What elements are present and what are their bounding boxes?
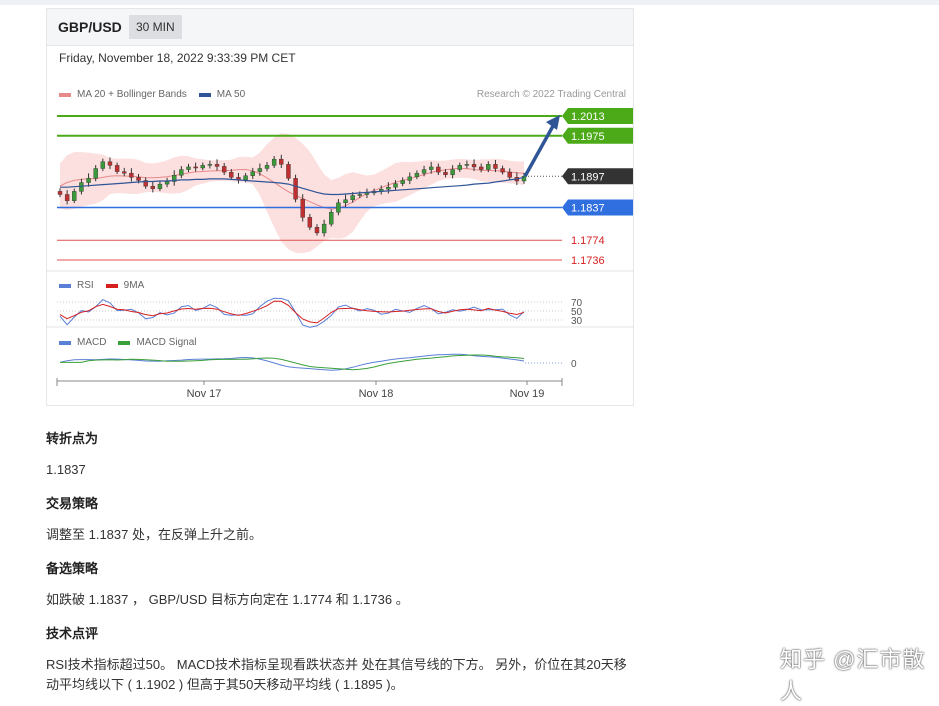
current-label: 1.1897 xyxy=(571,171,605,183)
analysis-article: 转折点为 1.1837 交易策略 调整至 1.1837 处，在反弹上升之前。 备… xyxy=(46,428,646,695)
candle-body xyxy=(114,165,120,172)
x-tick-label: Nov 19 xyxy=(510,388,545,400)
candle-body xyxy=(200,165,205,169)
candle-body xyxy=(386,187,391,190)
candle-body xyxy=(286,164,291,179)
candle-body xyxy=(179,169,184,176)
candle-body xyxy=(364,192,370,195)
candle-body xyxy=(214,164,220,167)
candle-body xyxy=(157,183,163,189)
candle-body xyxy=(343,199,348,204)
candle-body xyxy=(329,211,334,225)
candle-body xyxy=(243,175,248,181)
candle-body xyxy=(421,169,427,174)
rsi-level-label: 30 xyxy=(571,316,583,327)
forecast-arrow-shaft xyxy=(523,125,555,178)
candle-body xyxy=(443,171,448,175)
candle-body xyxy=(150,185,156,189)
candle-body xyxy=(72,191,77,201)
candle-body xyxy=(271,158,277,166)
support-label: 1.1774 xyxy=(571,235,605,247)
candle-body xyxy=(207,164,213,166)
candle-body xyxy=(429,166,434,170)
candle-body xyxy=(464,164,470,166)
comment-heading: 技术点评 xyxy=(46,626,99,641)
candle-body xyxy=(507,171,512,178)
candle-body xyxy=(307,217,313,228)
candle-body xyxy=(471,164,477,168)
resistance-label: 1.1975 xyxy=(571,131,605,143)
candle-body xyxy=(79,182,84,192)
rsi-line xyxy=(59,297,525,328)
candle-body xyxy=(300,198,305,218)
chart-panel: GBP/USD 30 MIN Friday, November 18, 2022… xyxy=(46,8,634,406)
candle-body xyxy=(264,165,270,169)
candle-body xyxy=(221,166,227,173)
support-label: 1.1736 xyxy=(571,255,605,267)
top-strip xyxy=(0,0,939,5)
comment-text: RSI技术指标超过50。 MACD技术指标呈现看跌状态并 处在其信号线的下方。 … xyxy=(46,657,627,692)
watermark: 知乎 @汇市散人 xyxy=(780,647,926,704)
alternative-text: 如跌破 1.1837 ， GBP/USD 目标方向定在 1.1774 和 1.1… xyxy=(46,592,409,607)
strategy-heading: 交易策略 xyxy=(46,496,99,511)
candle-body xyxy=(493,164,498,169)
candle-body xyxy=(257,168,263,172)
candle-body xyxy=(393,183,398,188)
candle-body xyxy=(321,223,327,234)
candle-body xyxy=(136,177,141,181)
candle-body xyxy=(450,169,455,175)
x-tick-label: Nov 18 xyxy=(359,388,394,400)
candle-body xyxy=(357,194,363,196)
alternative-heading: 备选策略 xyxy=(46,561,99,576)
candle-body xyxy=(478,166,484,170)
candle-body xyxy=(229,171,234,178)
candle-body xyxy=(129,172,134,178)
strategy-text: 调整至 1.1837 处，在反弹上升之前。 xyxy=(46,527,262,542)
candle-body xyxy=(500,168,505,173)
candle-body xyxy=(293,178,298,200)
candle-body xyxy=(93,168,98,179)
candle-body xyxy=(414,172,420,178)
candle-body xyxy=(122,171,127,174)
candle-body xyxy=(193,166,198,169)
x-tick-label: Nov 17 xyxy=(187,388,222,400)
candle-body xyxy=(436,166,441,173)
candle-body xyxy=(400,180,405,184)
resistance-label: 1.2013 xyxy=(571,111,605,123)
candle-body xyxy=(407,176,412,181)
pivot-heading: 转折点为 xyxy=(46,431,99,446)
candle-body xyxy=(457,165,462,170)
pivot-label: 1.1837 xyxy=(571,202,605,214)
candle-body xyxy=(64,194,70,201)
macd-level-label: 0 xyxy=(571,359,577,370)
candle-body xyxy=(279,158,284,165)
candle-body xyxy=(250,171,255,176)
candle-body xyxy=(314,227,320,234)
candle-body xyxy=(486,164,491,170)
candle-body xyxy=(107,161,113,166)
price-chart: 1.20131.19751.18971.18371.17741.17367050… xyxy=(47,108,633,400)
candle-body xyxy=(350,195,355,200)
candle-body xyxy=(86,178,91,183)
candle-body xyxy=(336,202,341,213)
candle-body xyxy=(186,166,191,170)
candle-body xyxy=(57,191,63,195)
pivot-text: 1.1837 xyxy=(46,462,86,477)
candle-body xyxy=(100,161,106,169)
candle-body xyxy=(164,181,170,185)
